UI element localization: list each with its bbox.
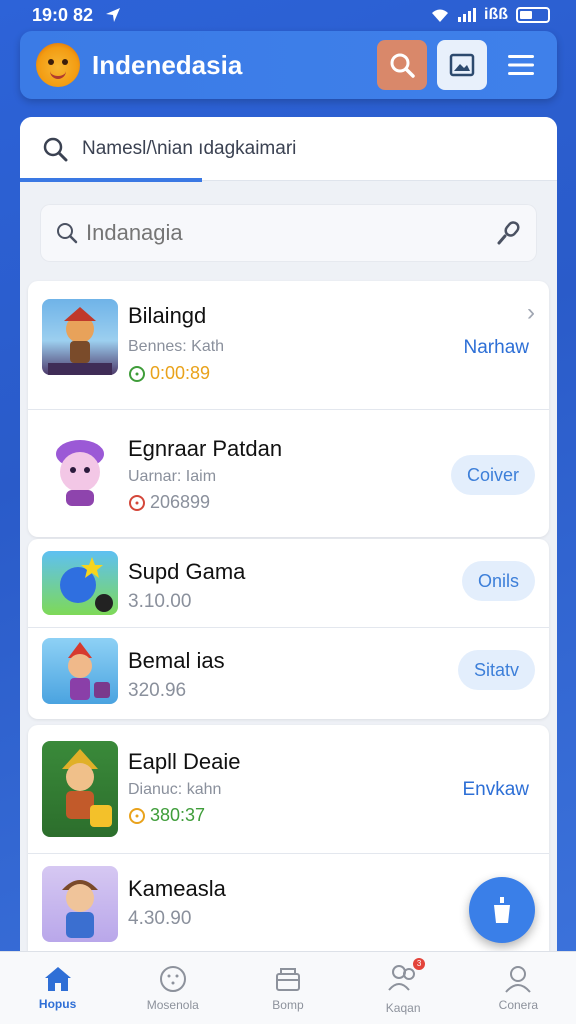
game-subtitle: Bennes: Kath	[128, 338, 225, 355]
image-icon	[449, 53, 475, 77]
game-subtitle: Uarnar: Iaim	[128, 468, 217, 485]
content-panel: Namesl/\nian ıdagkaimari Bilaingd Bennes…	[20, 117, 557, 967]
game-meta: 0:00:89	[128, 363, 210, 384]
top-search-text: Namesl/\nian ıdagkaimari	[82, 137, 297, 159]
game-price: 320.96	[128, 680, 187, 701]
nav-item-home[interactable]: Hopus	[8, 965, 108, 1011]
notification-badge: 3	[413, 957, 426, 970]
game-title: Bilaingd	[128, 303, 207, 328]
tab-indicator	[20, 178, 202, 182]
game-list-card: Bilaingd Bennes: Kath 0:00:89 › Narhaw E…	[28, 281, 549, 537]
list-item[interactable]: Bemal ias 320.96 Sitatv	[28, 628, 549, 719]
game-action-link[interactable]: Envkaw	[462, 779, 529, 801]
game-title: Egnraar Patdan	[128, 436, 283, 461]
game-price: 3.10.00	[128, 591, 192, 612]
wifi-icon	[432, 9, 448, 22]
status-signal-text: ißß	[484, 6, 508, 23]
home-icon	[44, 967, 71, 991]
header-search-button[interactable]	[377, 40, 427, 90]
nav-label: Kaqan	[385, 1000, 421, 1015]
game-action-link[interactable]: Narhaw	[464, 337, 529, 359]
store-icon	[275, 968, 300, 991]
nav-label: Bomp	[272, 998, 304, 1012]
search-field[interactable]	[40, 204, 537, 262]
nav-label: Mosenola	[146, 998, 199, 1012]
nav-item-shop[interactable]: Bomp	[238, 964, 338, 1012]
search-icon	[57, 223, 78, 244]
search-icon	[390, 53, 415, 78]
app-header: Indenedasia	[20, 31, 557, 99]
location-arrow-icon	[106, 8, 121, 22]
list-item[interactable]: Supd Gama 3.10.00 Onils	[28, 539, 549, 627]
user-icon	[505, 966, 532, 993]
game-title: Supd Gama	[128, 559, 246, 584]
app-title: Indenedasia	[92, 49, 243, 80]
chevron-right-icon: ›	[527, 299, 535, 326]
game-thumbnail	[42, 434, 118, 510]
game-price: 4.30.90	[128, 908, 192, 929]
game-thumbnail	[42, 866, 118, 942]
game-thumbnail	[42, 638, 118, 704]
game-list-card: Eapll Deaie Dianuc: kahn 380:37 Envkaw K…	[28, 725, 549, 967]
game-thumbnail	[42, 551, 118, 615]
clock-icon	[129, 807, 145, 824]
game-thumbnail	[42, 741, 118, 837]
game-title: Eapll Deaie	[128, 749, 241, 774]
header-image-button[interactable]	[437, 40, 487, 90]
game-subtitle: Dianuc: kahn	[128, 781, 222, 798]
nav-item-explore[interactable]: Mosenola	[123, 964, 223, 1012]
cup-icon	[494, 897, 510, 923]
game-action-button[interactable]: Sitatv	[457, 650, 535, 690]
signal-icon	[458, 8, 476, 22]
top-search-bar[interactable]: Namesl/\nian ıdagkaimari	[20, 117, 557, 181]
nav-item-profile[interactable]: Conera	[468, 964, 568, 1012]
game-title: Bemal ias	[128, 648, 225, 673]
battery-icon	[516, 7, 550, 23]
status-time: 19:0 82	[32, 4, 94, 25]
game-meta-value: 380:37	[150, 805, 206, 825]
game-title: Kameasla	[128, 876, 226, 901]
list-item[interactable]: Egnraar Patdan Uarnar: Iaim 206899 Coive…	[28, 410, 549, 537]
game-meta: 380:37	[128, 805, 205, 826]
floating-action-button[interactable]	[469, 877, 535, 943]
nav-item-friends[interactable]: 3 Kaqan	[353, 957, 453, 1015]
menu-button[interactable]	[499, 40, 543, 90]
list-item[interactable]: Bilaingd Bennes: Kath 0:00:89 › Narhaw	[28, 281, 549, 409]
game-meta-value: 206899	[150, 492, 211, 512]
game-meta: 206899	[128, 492, 210, 513]
compass-icon	[159, 966, 186, 992]
microphone-icon[interactable]	[495, 220, 521, 246]
list-item[interactable]: Eapll Deaie Dianuc: kahn 380:37 Envkaw	[28, 725, 549, 853]
game-action-button[interactable]: Onils	[461, 561, 535, 601]
game-list-card: Supd Gama 3.10.00 Onils Bemal ias 320.96…	[28, 539, 549, 719]
bottom-navigation: Hopus Mosenola Bomp 3 Kaqan Conera	[0, 951, 576, 1024]
hamburger-menu-icon	[508, 55, 534, 75]
nav-label: Hopus	[38, 997, 77, 1011]
game-thumbnail	[42, 299, 118, 375]
search-icon	[43, 137, 68, 161]
game-action-button[interactable]: Coiver	[450, 455, 535, 495]
clock-icon	[129, 494, 145, 511]
search-input[interactable]	[86, 220, 495, 246]
status-bar: 19:0 82 ißß	[0, 0, 576, 30]
clock-icon	[129, 365, 145, 382]
game-meta-value: 0:00:89	[150, 363, 211, 383]
nav-label: Conera	[498, 998, 539, 1012]
app-logo-icon	[36, 43, 80, 87]
